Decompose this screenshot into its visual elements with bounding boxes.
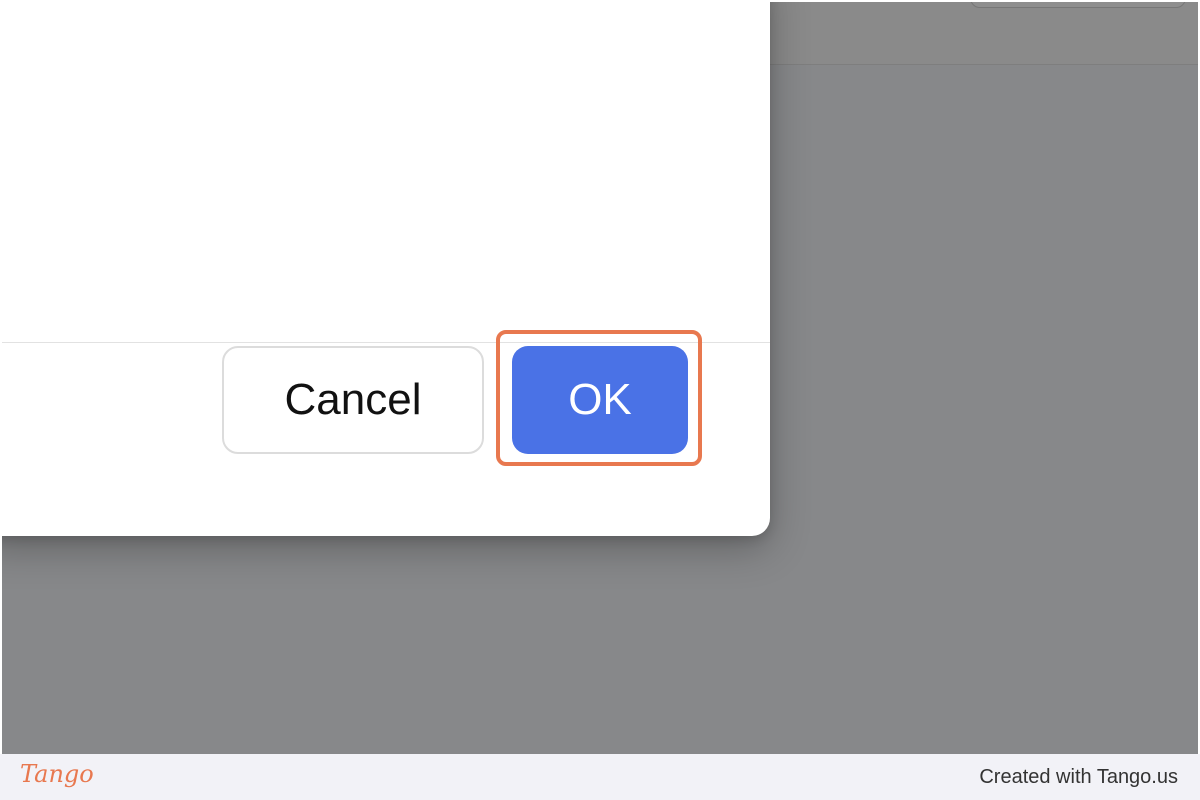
tango-screenshot-frame: Cancel OK Tango Created with Tango.us bbox=[0, 0, 1200, 800]
background-toolbar-control bbox=[970, 2, 1186, 8]
tango-logo: Tango bbox=[20, 760, 94, 788]
cancel-button[interactable]: Cancel bbox=[222, 346, 484, 454]
ok-button[interactable]: OK bbox=[512, 346, 688, 454]
footer-credit: Created with Tango.us bbox=[979, 766, 1178, 788]
dialog-footer-divider bbox=[2, 342, 770, 343]
app-screenshot: Cancel OK bbox=[2, 2, 1198, 754]
tango-footer: Tango Created with Tango.us bbox=[0, 754, 1200, 800]
modal-dialog: Cancel OK bbox=[2, 2, 770, 536]
